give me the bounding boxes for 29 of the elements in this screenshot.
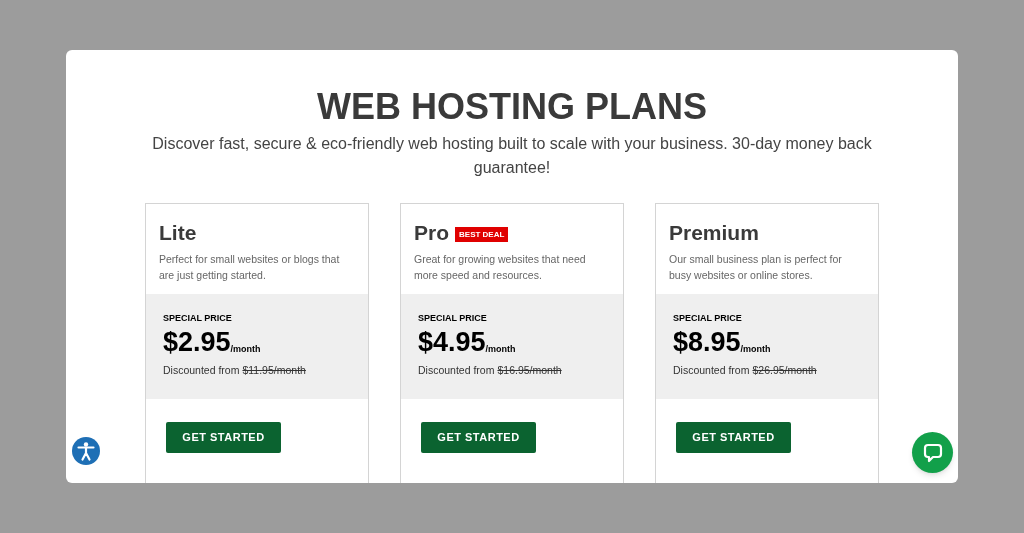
price-period: /month [485,344,516,355]
price: $4.95 [418,327,486,357]
get-started-button[interactable]: GET STARTED [421,422,536,453]
price-period: /month [740,344,771,355]
page-title: WEB HOSTING PLANS [317,87,707,127]
accessibility-icon[interactable] [72,437,100,465]
plan-description: Great for growing websites that need more speed and resources. [414,252,587,283]
price: $8.95 [673,327,741,357]
discount-label: Discounted from [163,363,240,377]
plan-name: Premium [669,221,759,245]
old-price: $11.95/month [242,363,306,377]
get-started-button[interactable]: GET STARTED [166,422,281,453]
chat-icon [922,442,943,463]
get-started-button[interactable]: GET STARTED [676,422,791,453]
plan-name: Pro [414,221,449,245]
price-label: SPECIAL PRICE [673,312,743,324]
price-label: SPECIAL PRICE [163,312,233,324]
plan-name: Lite [159,221,197,245]
old-price: $26.95/month [752,363,817,377]
plan-description: Perfect for small websites or blogs that are just getting started. [159,252,341,283]
page-subtitle: Discover fast, secure & eco-friendly web hosting built to scale with your business. 30-day money back guarantee! [151,134,873,178]
price: $2.95 [163,327,231,357]
old-price: $16.95/month [497,363,562,377]
discount-label: Discounted from [673,363,750,377]
deal-badge: BEST DEAL [455,227,509,242]
discount-label: Discounted from [418,363,495,377]
plan-description: Our small business plan is perfect for busy websites or online stores. [669,252,843,283]
price-period: /month [230,344,261,355]
price-label: SPECIAL PRICE [418,312,488,324]
